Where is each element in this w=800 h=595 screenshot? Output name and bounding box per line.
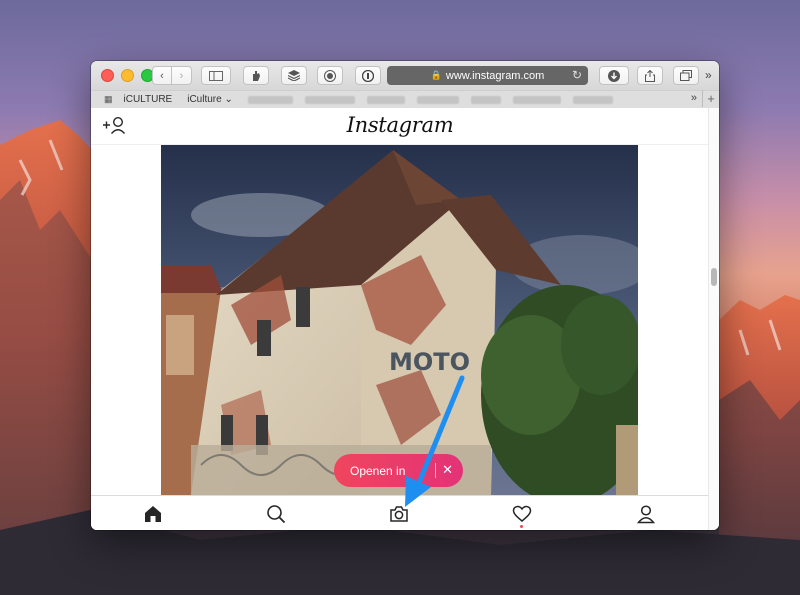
record-icon (324, 69, 336, 82)
chevron-right-icon: › (179, 69, 184, 82)
browser-toolbar: ‹ › 🔒 www.instagram.com ↻ » (91, 61, 719, 90)
building-sign-text: MOTO (389, 348, 470, 376)
hand-icon (253, 71, 260, 81)
home-icon[interactable] (143, 504, 163, 524)
search-icon[interactable] (266, 504, 286, 524)
downloads-button[interactable] (599, 66, 629, 85)
url-text: www.instagram.com (445, 69, 545, 82)
close-icon[interactable]: ✕ (442, 462, 453, 478)
open-in-app-label: Openen in (350, 463, 406, 478)
safari-window: ‹ › 🔒 www.instagram.com ↻ » ▦ iCULTURE i… (91, 61, 719, 530)
notification-dot (520, 525, 523, 528)
bookmark-item-redacted[interactable] (304, 95, 355, 104)
chevron-left-icon: ‹ (160, 69, 164, 82)
layers-icon (288, 70, 300, 81)
sidebar-icon (209, 70, 223, 81)
bookmark-item-redacted[interactable] (247, 95, 293, 104)
activity-tab[interactable] (512, 504, 532, 528)
share-button[interactable] (637, 66, 663, 85)
minimize-window-button[interactable] (121, 69, 134, 82)
download-icon (608, 69, 620, 82)
tabs-icon (680, 70, 692, 81)
bookmark-item-redacted[interactable] (416, 95, 459, 104)
bookmark-item[interactable]: iCULTURE (124, 94, 173, 105)
more-bookmarks-icon[interactable]: » (691, 92, 697, 104)
heart-icon (512, 505, 532, 522)
bookmark-item-redacted[interactable] (470, 95, 501, 104)
password-button[interactable] (355, 66, 381, 85)
info-icon (362, 69, 374, 82)
extension-button-3[interactable] (317, 66, 343, 85)
forward-button[interactable]: › (172, 66, 192, 85)
extension-button-1[interactable] (243, 66, 269, 85)
open-in-app-button[interactable]: Openen in ✕ (334, 454, 463, 487)
bookmark-item-redacted[interactable] (572, 95, 613, 104)
lock-icon: 🔒 (430, 70, 442, 80)
vertical-scrollbar[interactable] (708, 108, 719, 530)
tabs-overview-button[interactable] (673, 66, 699, 85)
toolbar-overflow-icon[interactable]: » (705, 68, 712, 82)
bookmark-folder[interactable]: iCulture ⌄ (187, 94, 233, 105)
address-bar[interactable]: 🔒 www.instagram.com ↻ (387, 66, 588, 85)
profile-icon[interactable] (636, 504, 656, 524)
instagram-header: Instagram (91, 108, 709, 145)
divider (435, 463, 436, 478)
back-button[interactable]: ‹ (152, 66, 172, 85)
extension-button-2[interactable] (281, 66, 307, 85)
share-icon (645, 69, 655, 82)
sidebar-button[interactable] (201, 66, 231, 85)
reload-icon[interactable]: ↻ (572, 68, 582, 82)
instagram-page: Instagram MOTO Openen in ✕ (91, 108, 709, 530)
bookmark-item-redacted[interactable] (366, 95, 405, 104)
window-controls (101, 69, 154, 82)
bottom-navigation (91, 495, 709, 530)
camera-icon[interactable] (389, 504, 409, 524)
post-photo[interactable]: MOTO (161, 145, 638, 495)
close-window-button[interactable] (101, 69, 114, 82)
bookmark-item-redacted[interactable] (512, 95, 561, 104)
back-forward-buttons: ‹ › (152, 66, 192, 85)
favorites-bar: ▦ iCULTURE iCulture ⌄ » + (91, 90, 719, 109)
scroll-thumb[interactable] (711, 268, 717, 286)
new-tab-button[interactable]: + (702, 90, 719, 107)
top-sites-icon[interactable]: ▦ (104, 94, 112, 105)
instagram-logo[interactable]: Instagram (91, 113, 709, 137)
